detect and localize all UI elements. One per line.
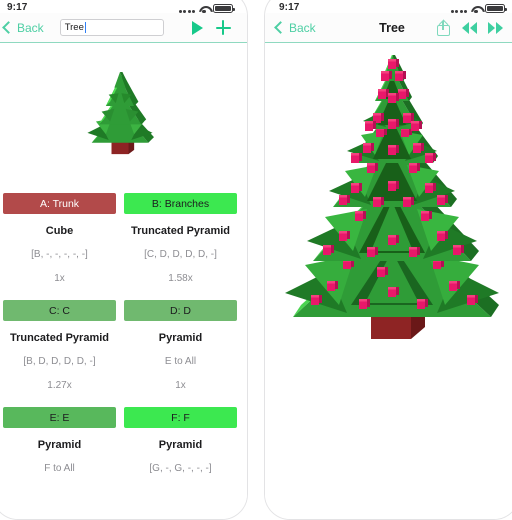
- share-icon: [436, 19, 450, 36]
- rule-expansion-b: [C, D, D, D, D, -]: [144, 249, 217, 260]
- back-button-right[interactable]: Back: [274, 20, 316, 35]
- right-nav-actions: [430, 15, 508, 41]
- rule-badge-e[interactable]: E: E: [3, 407, 116, 428]
- status-indicators-right: [450, 4, 507, 14]
- fast-forward-icon: [487, 21, 503, 34]
- rule-badge-d[interactable]: D: D: [124, 300, 237, 321]
- rule-scale-b: 1.58x: [168, 273, 193, 284]
- back-button-label: Back: [17, 20, 44, 35]
- rule-card-d[interactable]: D: D Pyramid E to All 1x: [124, 300, 237, 391]
- chevron-left-icon: [274, 21, 287, 34]
- right-nav-bar: Back Tree: [265, 13, 512, 43]
- rule-card-e[interactable]: E: E Pyramid F to All: [3, 407, 116, 487]
- share-button[interactable]: [430, 15, 456, 41]
- rule-badge-a[interactable]: A: Trunk: [3, 193, 116, 214]
- search-field-wrap: Tree: [59, 19, 164, 36]
- rule-scale-a: 1x: [54, 273, 65, 284]
- rule-shape-d: Pyramid: [158, 332, 203, 344]
- rule-shape-a: Cube: [45, 225, 74, 237]
- add-button[interactable]: [210, 15, 236, 41]
- rule-card-f[interactable]: F: F Pyramid [G, -, G, -, -, -]: [124, 407, 237, 487]
- wifi-icon: [471, 5, 481, 14]
- rule-scale-c: 1.27x: [47, 380, 72, 391]
- status-indicators: [178, 4, 235, 14]
- battery-icon: [213, 4, 235, 13]
- wifi-icon: [199, 5, 209, 14]
- forward-button[interactable]: [482, 15, 508, 41]
- right-phone-panel: 9:17 Back Tree: [264, 0, 512, 520]
- rule-badge-b[interactable]: B: Branches: [124, 193, 237, 214]
- rule-expansion-d: E to All: [164, 356, 197, 367]
- rule-scale-d: 1x: [175, 380, 186, 391]
- rewind-icon: [461, 21, 477, 34]
- rule-badge-c[interactable]: C: C: [3, 300, 116, 321]
- left-content: A: Trunk Cube [B, -, -, -, -, -] 1x B: B…: [0, 43, 247, 519]
- rule-card-c[interactable]: C: C Truncated Pyramid [B, D, D, D, D, -…: [3, 300, 116, 391]
- status-bar-left: 9:17: [0, 0, 247, 14]
- rule-shape-f: Pyramid: [158, 439, 203, 451]
- rule-card-a[interactable]: A: Trunk Cube [B, -, -, -, -, -] 1x: [3, 193, 116, 284]
- rule-card-b[interactable]: B: Branches Truncated Pyramid [C, D, D, …: [124, 193, 237, 284]
- tree-model-large: [285, 55, 499, 339]
- left-nav-bar: Back Tree: [0, 13, 247, 43]
- text-caret: [84, 22, 87, 33]
- right-content[interactable]: [265, 43, 512, 519]
- rule-expansion-c: [B, D, D, D, D, -]: [23, 356, 96, 367]
- render-stage: [265, 43, 512, 519]
- rule-expansion-e: F to All: [44, 463, 75, 474]
- rule-expansion-a: [B, -, -, -, -, -]: [31, 249, 88, 260]
- left-phone-panel: 9:17 Back Tree A: Trunk Cube [B, -, -, -…: [0, 0, 248, 520]
- battery-icon: [485, 4, 507, 13]
- rule-badge-f[interactable]: F: F: [124, 407, 237, 428]
- rule-expansion-f: [G, -, G, -, -, -]: [149, 463, 212, 474]
- rewind-button[interactable]: [456, 15, 482, 41]
- left-nav-actions: [184, 15, 236, 41]
- rule-shape-e: Pyramid: [37, 439, 82, 451]
- status-bar-right: 9:17: [265, 0, 512, 14]
- back-button-label-right: Back: [289, 20, 316, 35]
- rule-shape-c: Truncated Pyramid: [9, 332, 110, 344]
- run-button[interactable]: [184, 15, 210, 41]
- search-input-value: Tree: [64, 21, 84, 33]
- back-button-left[interactable]: Back: [2, 20, 44, 35]
- foliage-crown: [381, 55, 406, 81]
- play-icon: [191, 20, 203, 35]
- model-preview-small[interactable]: [0, 43, 247, 193]
- rule-shape-b: Truncated Pyramid: [130, 225, 231, 237]
- rules-grid: A: Trunk Cube [B, -, -, -, -, -] 1x B: B…: [0, 193, 247, 487]
- search-input[interactable]: Tree: [59, 19, 164, 36]
- status-time: 9:17: [7, 2, 28, 13]
- plus-icon: [215, 20, 231, 35]
- tree-model-small: [87, 72, 154, 155]
- status-time-right: 9:17: [279, 2, 300, 13]
- screenshot-root: 9:17 Back Tree A: Trunk Cube [B, -, -, -…: [0, 0, 512, 520]
- chevron-left-icon: [2, 21, 15, 34]
